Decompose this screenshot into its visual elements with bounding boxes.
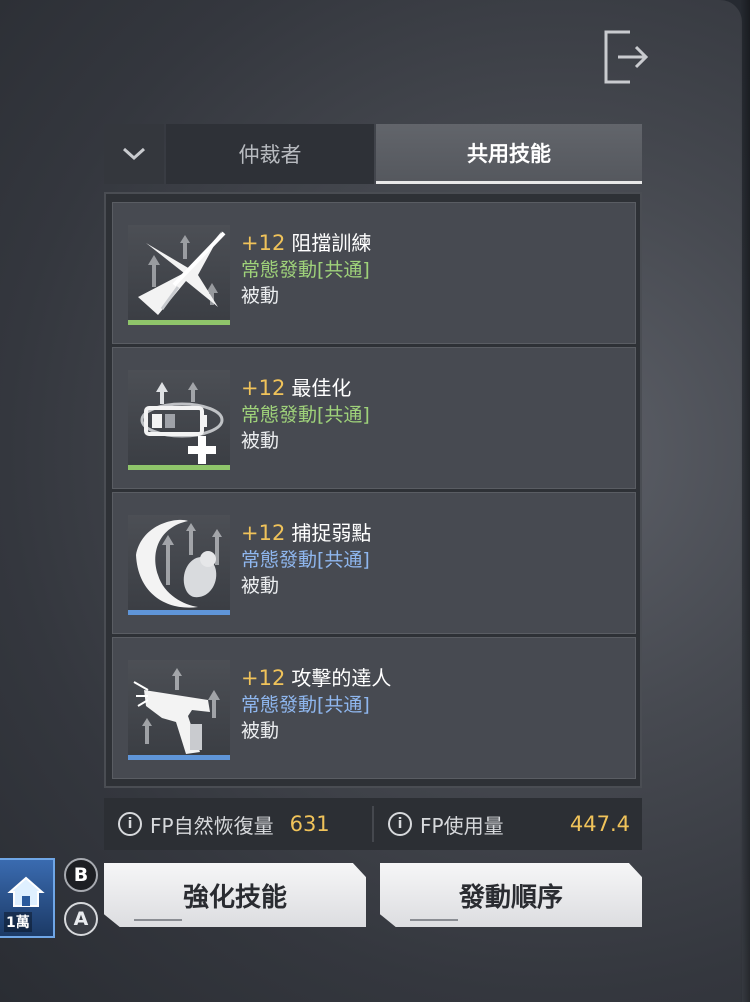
- fp-usage-label: FP使用量: [420, 813, 504, 838]
- skill-kind: 被動: [241, 430, 280, 452]
- skill-kind: 被動: [241, 720, 280, 742]
- thumbnail-count: 1萬: [4, 912, 32, 932]
- fp-recovery: i FP自然恢復量 631: [118, 798, 330, 850]
- skill-level: +12: [241, 521, 286, 545]
- info-icon[interactable]: i: [118, 812, 142, 836]
- skill-name: 攻擊的達人: [291, 666, 392, 690]
- collapse-toggle[interactable]: [104, 124, 164, 184]
- skill-card[interactable]: +12 捕捉弱點 常態發動[共通] 被動: [112, 492, 636, 634]
- info-icon[interactable]: i: [388, 812, 412, 836]
- fp-usage: i FP使用量: [388, 798, 504, 850]
- tab-shared-skills[interactable]: 共用技能: [376, 124, 642, 184]
- fp-stats: i FP自然恢復量 631 i FP使用量 447.4: [104, 798, 642, 850]
- rarity-bar: [128, 465, 230, 470]
- skill-type: 常態發動[共通]: [241, 694, 370, 716]
- tab-class[interactable]: 仲裁者: [166, 124, 374, 184]
- skill-card[interactable]: +12 最佳化 常態發動[共通] 被動: [112, 347, 636, 489]
- block-training-icon: [128, 225, 230, 325]
- activation-order-label: 發動順序: [458, 882, 563, 913]
- skill-name: 捕捉弱點: [291, 521, 372, 545]
- skill-type: 常態發動[共通]: [241, 404, 370, 426]
- rarity-bar: [128, 610, 230, 615]
- panel-edge: [740, 0, 750, 1002]
- divider: [372, 806, 374, 842]
- fp-usage-value: 447.4: [569, 812, 630, 836]
- key-a-icon: A: [64, 902, 98, 936]
- fp-recovery-value: 631: [289, 812, 330, 836]
- home-icon: [7, 876, 45, 907]
- exit-button[interactable]: [600, 28, 652, 86]
- enhance-skill-button[interactable]: 強化技能: [104, 863, 366, 927]
- rarity-bar: [128, 755, 230, 760]
- skill-card[interactable]: +12 阻擋訓練 常態發動[共通] 被動: [112, 202, 636, 344]
- skill-level: +12: [241, 666, 286, 690]
- chevron-down-icon: [122, 147, 146, 161]
- fp-usage-value-wrap: 447.4: [570, 798, 630, 850]
- exit-icon: [604, 30, 649, 84]
- skill-kind: 被動: [241, 575, 280, 597]
- key-b-icon: B: [64, 858, 98, 892]
- activation-order-button[interactable]: 發動順序: [380, 863, 642, 927]
- enhance-skill-label: 強化技能: [182, 882, 287, 913]
- skill-type: 常態發動[共通]: [241, 259, 370, 281]
- button-underline: [134, 919, 182, 921]
- battery-optimize-icon: [128, 370, 230, 470]
- skill-name: 阻擋訓練: [291, 231, 372, 255]
- rarity-bar: [128, 320, 230, 325]
- skill-tabs: 仲裁者 共用技能: [104, 124, 642, 184]
- skill-type: 常態發動[共通]: [241, 549, 370, 571]
- skill-kind: 被動: [241, 285, 280, 307]
- skill-name: 最佳化: [291, 376, 352, 400]
- skill-level: +12: [241, 376, 286, 400]
- skill-card[interactable]: +12 攻擊的達人 常態發動[共通] 被動: [112, 637, 636, 779]
- button-underline: [410, 919, 458, 921]
- fp-recovery-label: FP自然恢復量: [150, 813, 274, 838]
- weak-point-icon: [128, 515, 230, 615]
- gun-master-icon: [128, 660, 230, 760]
- skill-list[interactable]: +12 阻擋訓練 常態發動[共通] 被動 +12 最佳化 常態發動[共通] 被動…: [104, 192, 642, 788]
- skill-level: +12: [241, 231, 286, 255]
- item-thumbnail[interactable]: 1萬: [0, 858, 55, 938]
